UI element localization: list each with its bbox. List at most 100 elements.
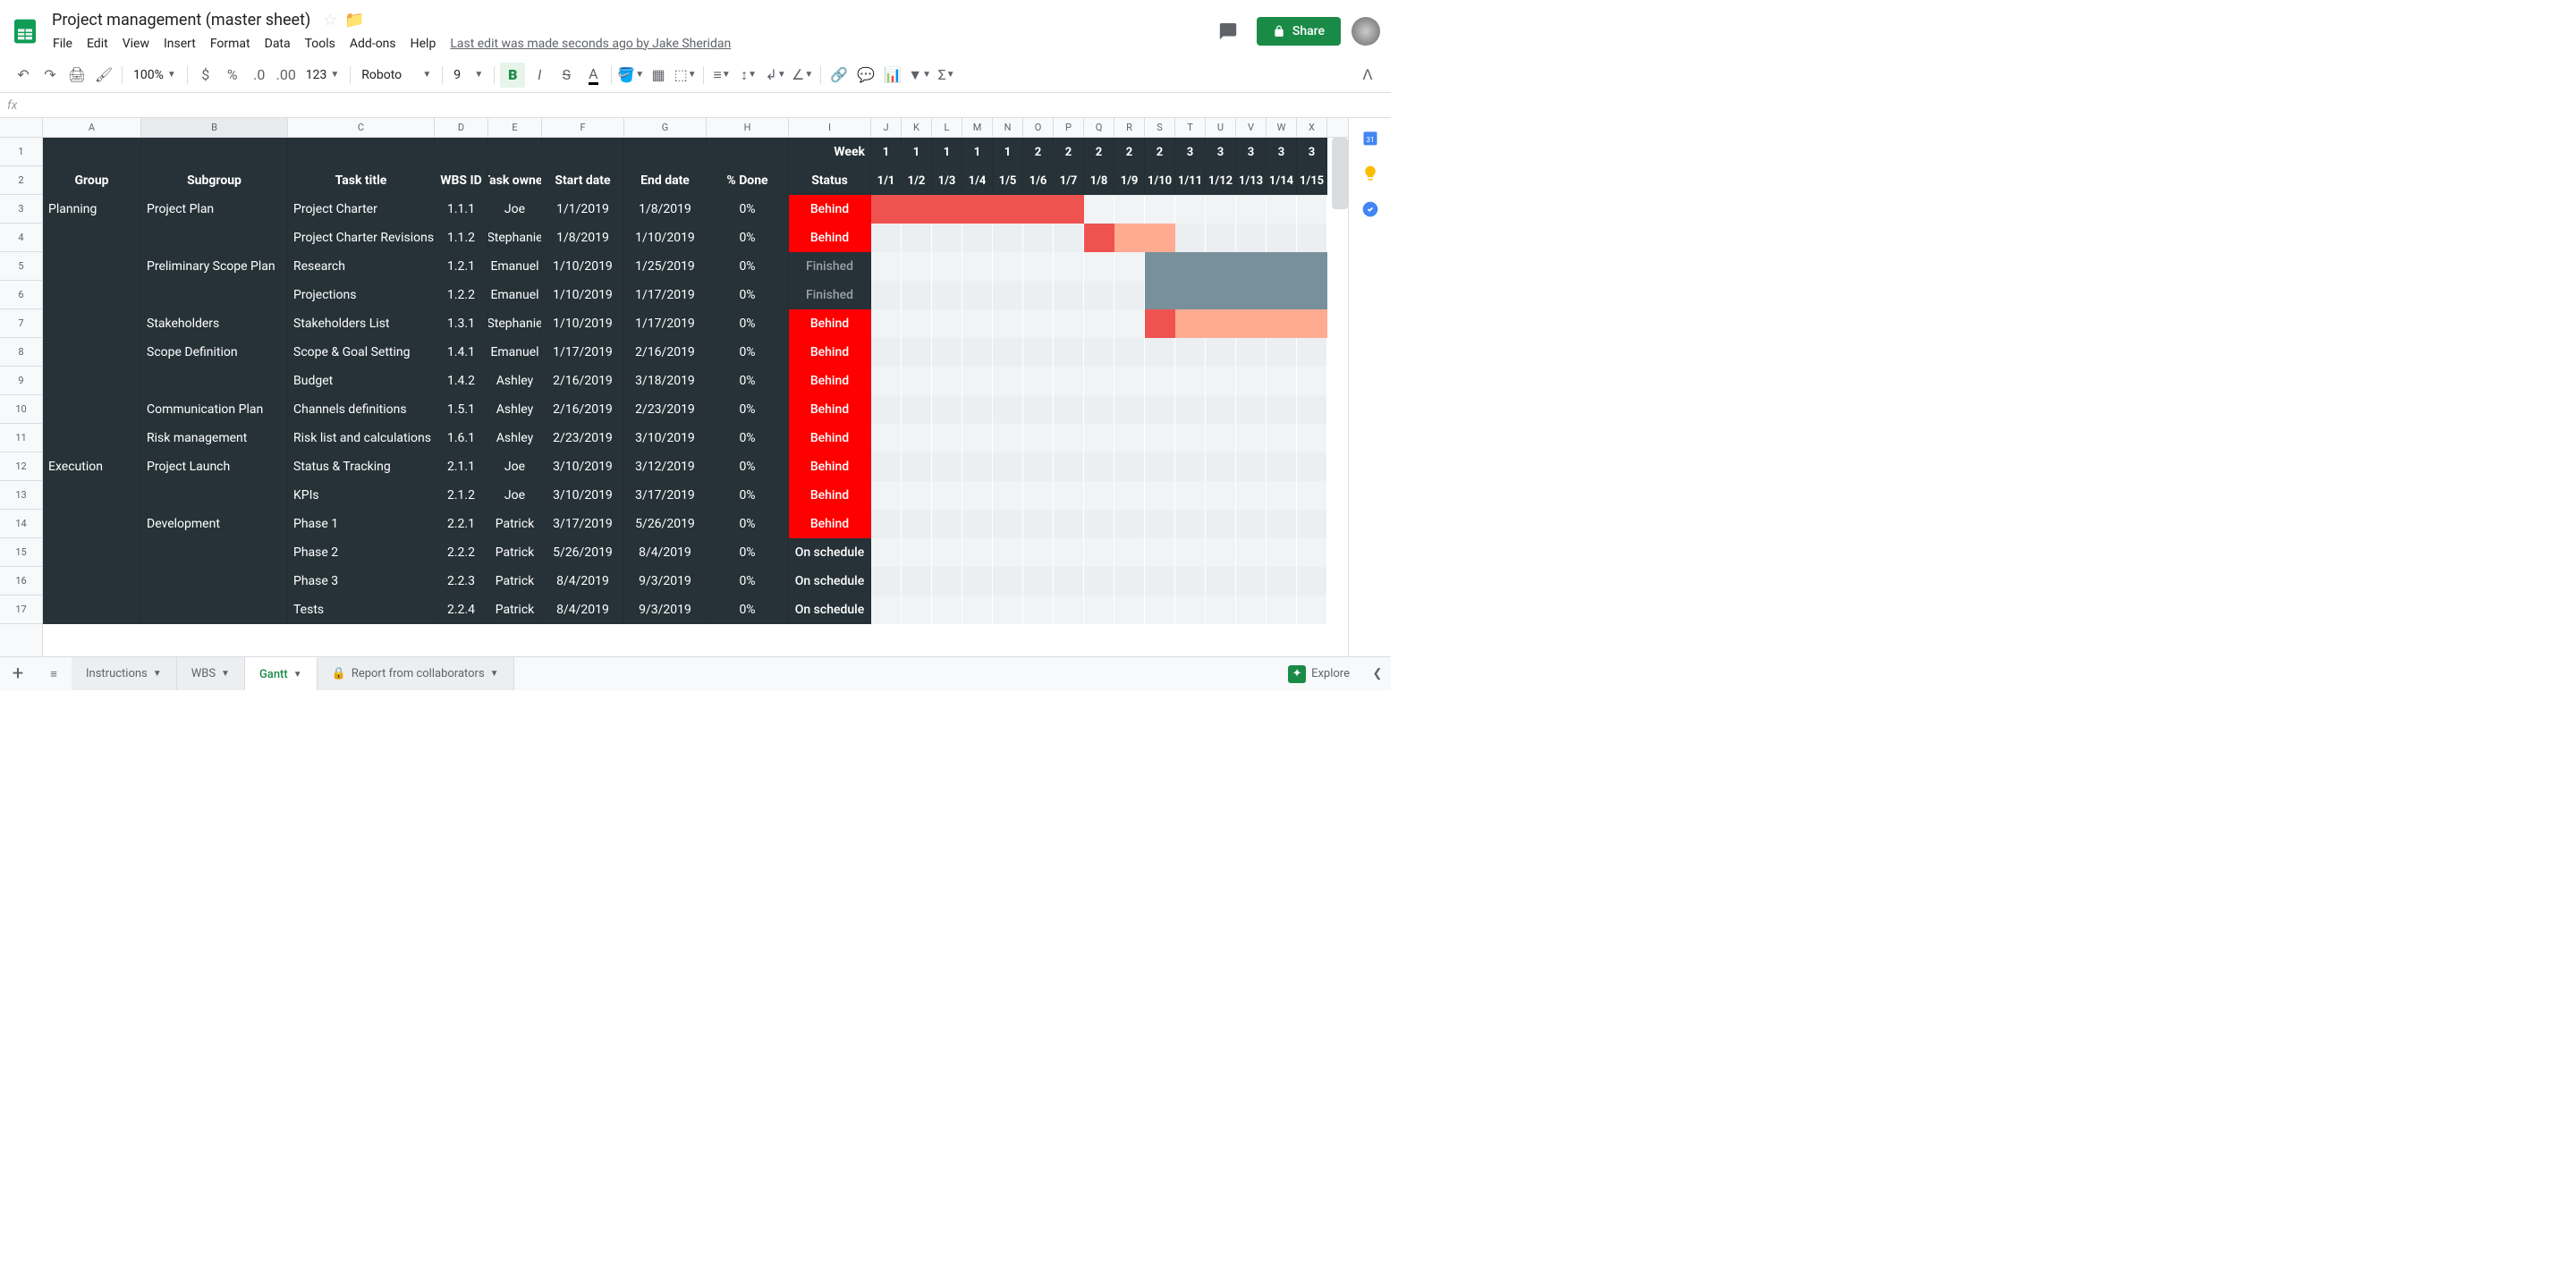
gantt-cell[interactable]: [1297, 596, 1327, 624]
gantt-cell[interactable]: [1206, 567, 1236, 596]
cell[interactable]: 1: [871, 138, 902, 166]
cell[interactable]: Behind: [789, 195, 871, 224]
gantt-cell[interactable]: [902, 596, 932, 624]
collapse-toolbar-button[interactable]: ᐱ: [1355, 63, 1380, 88]
gantt-cell[interactable]: [1297, 195, 1327, 224]
text-color-button[interactable]: A: [580, 63, 606, 88]
gantt-cell[interactable]: [1054, 338, 1084, 367]
gantt-cell[interactable]: [1267, 510, 1297, 538]
gantt-cell[interactable]: [902, 252, 932, 281]
gantt-cell[interactable]: [1114, 395, 1145, 424]
all-sheets-button[interactable]: ≡: [36, 667, 72, 681]
gantt-cell[interactable]: [1023, 538, 1054, 567]
cell[interactable]: Emanuel: [488, 281, 542, 309]
gantt-cell[interactable]: [1267, 395, 1297, 424]
cell[interactable]: Behind: [789, 224, 871, 252]
cell[interactable]: 2.2.2: [435, 538, 488, 567]
gantt-cell[interactable]: [1297, 510, 1327, 538]
cell[interactable]: End date: [624, 166, 707, 195]
cell[interactable]: 1/17/2019: [542, 338, 624, 367]
gantt-cell[interactable]: [1114, 567, 1145, 596]
document-title[interactable]: Project management (master sheet): [47, 9, 316, 31]
row-header-11[interactable]: 11: [0, 424, 42, 452]
row-header-8[interactable]: 8: [0, 338, 42, 367]
cell[interactable]: Task owner: [488, 166, 542, 195]
row-header-10[interactable]: 10: [0, 395, 42, 424]
col-header-U[interactable]: U: [1206, 118, 1236, 137]
row-header-13[interactable]: 13: [0, 481, 42, 510]
share-button[interactable]: Share: [1257, 17, 1341, 46]
cell[interactable]: Planning: [43, 195, 141, 224]
gantt-cell[interactable]: [871, 395, 902, 424]
row-header-4[interactable]: 4: [0, 224, 42, 252]
cell[interactable]: 0%: [707, 309, 789, 338]
star-icon[interactable]: ☆: [323, 11, 337, 30]
cell[interactable]: 3/10/2019: [542, 481, 624, 510]
col-header-X[interactable]: X: [1297, 118, 1327, 137]
menu-edit[interactable]: Edit: [80, 33, 114, 55]
cell[interactable]: [141, 567, 288, 596]
cell[interactable]: 3/18/2019: [624, 367, 707, 395]
cell[interactable]: 1.1.2: [435, 224, 488, 252]
cell[interactable]: 2.2.4: [435, 596, 488, 624]
cell[interactable]: [43, 367, 141, 395]
gantt-cell[interactable]: [1054, 224, 1084, 252]
cell[interactable]: 0%: [707, 338, 789, 367]
gantt-cell[interactable]: [902, 395, 932, 424]
gantt-cell[interactable]: [1236, 224, 1267, 252]
gantt-cell[interactable]: [1054, 395, 1084, 424]
sheet-tab-gantt[interactable]: Gantt▼: [245, 657, 318, 690]
cell[interactable]: Risk list and calculations: [288, 424, 435, 452]
cell[interactable]: 1/17/2019: [624, 309, 707, 338]
gantt-cell[interactable]: [1023, 395, 1054, 424]
gantt-cell[interactable]: [902, 367, 932, 395]
gantt-cell[interactable]: [1084, 596, 1114, 624]
gantt-cell[interactable]: [902, 424, 932, 452]
gantt-cell[interactable]: [1267, 538, 1297, 567]
gantt-cell[interactable]: [1084, 367, 1114, 395]
gantt-cell[interactable]: [993, 452, 1023, 481]
gantt-cell[interactable]: [1023, 567, 1054, 596]
cell[interactable]: Patrick: [488, 510, 542, 538]
gantt-cell[interactable]: [1175, 510, 1206, 538]
cell[interactable]: 0%: [707, 424, 789, 452]
v-align-button[interactable]: ↕▼: [736, 63, 761, 88]
cell[interactable]: [141, 367, 288, 395]
cell[interactable]: Phase 1: [288, 510, 435, 538]
sheet-tab-wbs[interactable]: WBS▼: [177, 657, 245, 690]
gantt-cell[interactable]: [902, 281, 932, 309]
number-format-selector[interactable]: 123▼: [301, 68, 345, 82]
cell[interactable]: Behind: [789, 510, 871, 538]
col-header-O[interactable]: O: [1023, 118, 1054, 137]
sheets-logo[interactable]: [7, 13, 43, 49]
gantt-cell[interactable]: [1236, 395, 1267, 424]
gantt-cell[interactable]: [1023, 424, 1054, 452]
gantt-cell[interactable]: [993, 510, 1023, 538]
col-header-K[interactable]: K: [902, 118, 932, 137]
cell[interactable]: 2/23/2019: [542, 424, 624, 452]
gantt-cell[interactable]: [1175, 538, 1206, 567]
cell[interactable]: 1/6: [1023, 166, 1054, 195]
cell[interactable]: Behind: [789, 367, 871, 395]
gantt-cell[interactable]: [902, 452, 932, 481]
col-header-E[interactable]: E: [488, 118, 542, 137]
comments-button[interactable]: [1210, 13, 1246, 49]
cell[interactable]: Status & Tracking: [288, 452, 435, 481]
cell[interactable]: 3: [1206, 138, 1236, 166]
gantt-cell[interactable]: [871, 538, 902, 567]
gantt-cell[interactable]: [1023, 481, 1054, 510]
cell[interactable]: 1: [932, 138, 962, 166]
cell[interactable]: 1.2.2: [435, 281, 488, 309]
gantt-cell[interactable]: [1175, 452, 1206, 481]
gantt-cell[interactable]: [962, 395, 993, 424]
gantt-cell[interactable]: [1145, 452, 1175, 481]
gantt-cell[interactable]: [1114, 338, 1145, 367]
gantt-cell[interactable]: [1206, 452, 1236, 481]
gantt-cell[interactable]: [1236, 367, 1267, 395]
gantt-cell[interactable]: [1114, 195, 1145, 224]
cell[interactable]: 1/10/2019: [542, 281, 624, 309]
gantt-cell[interactable]: [1084, 481, 1114, 510]
cell[interactable]: Finished: [789, 252, 871, 281]
rotate-button[interactable]: ∠▼: [790, 63, 815, 88]
gantt-cell[interactable]: [1145, 338, 1175, 367]
